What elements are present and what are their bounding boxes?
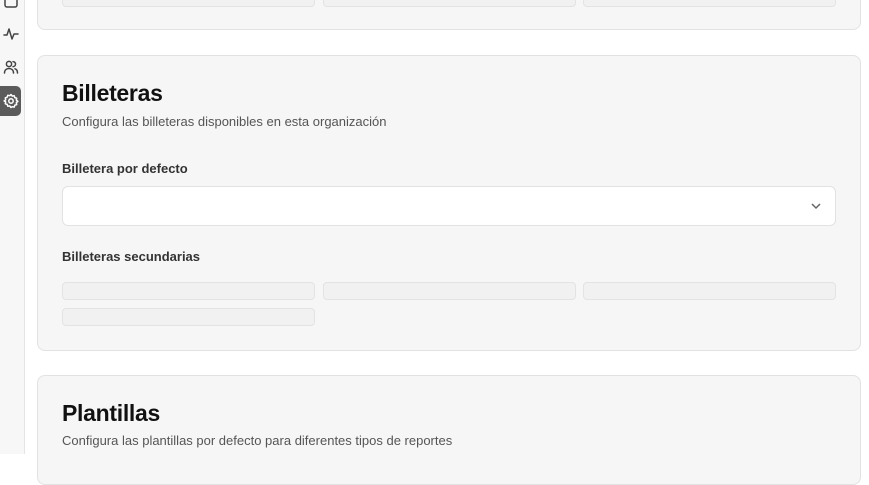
skeleton-item [583, 0, 836, 7]
sidebar-rail [0, 0, 25, 454]
previous-card [37, 0, 861, 30]
settings-icon[interactable] [0, 86, 21, 116]
skeleton-checkbox [62, 282, 315, 300]
wallets-card: Billeteras Configura las billeteras disp… [37, 55, 861, 351]
skeleton-checkbox [62, 308, 315, 326]
secondary-wallets-label: Billeteras secundarias [62, 249, 201, 264]
templates-card: Plantillas Configura las plantillas por … [37, 375, 861, 485]
wallets-title: Billeteras [62, 80, 163, 106]
wallets-description: Configura las billeteras disponibles en … [62, 114, 387, 129]
calendar-icon[interactable] [0, 0, 21, 16]
users-icon[interactable] [0, 52, 21, 82]
default-wallet-label: Billetera por defecto [62, 161, 188, 176]
skeleton-checkbox [323, 282, 576, 300]
skeleton-checkbox [583, 282, 836, 300]
skeleton-item [323, 0, 576, 7]
activity-icon[interactable] [0, 19, 21, 49]
chevron-down-icon [809, 199, 823, 213]
skeleton-item [62, 0, 315, 7]
templates-title: Plantillas [62, 400, 160, 426]
default-wallet-select[interactable] [62, 186, 836, 226]
templates-description: Configura las plantillas por defecto par… [62, 433, 453, 448]
